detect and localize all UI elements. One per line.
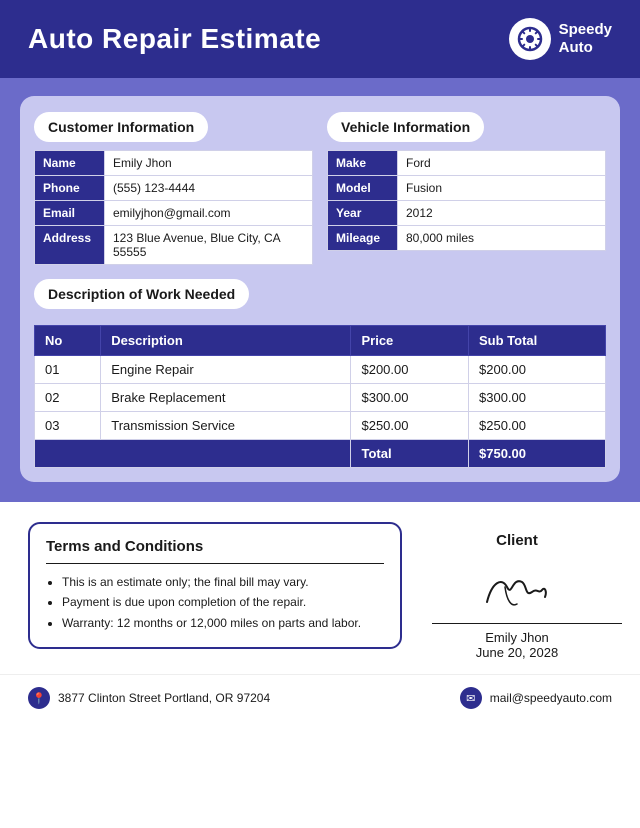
row-price: $200.00: [351, 356, 469, 384]
row-no: 01: [35, 356, 101, 384]
row-no: 03: [35, 412, 101, 440]
column-header: Sub Total: [469, 326, 606, 356]
gear-icon: [516, 25, 544, 53]
total-row: Total $750.00: [35, 440, 606, 468]
signature-line: [432, 623, 622, 624]
table-row: Mileage80,000 miles: [328, 226, 606, 251]
header: Auto Repair Estimate Speedy Auto: [0, 0, 640, 78]
table-row: NameEmily Jhon: [35, 151, 313, 176]
list-item: This is an estimate only; the final bill…: [62, 572, 384, 592]
table-row: 02 Brake Replacement $300.00 $300.00: [35, 384, 606, 412]
field-value: 80,000 miles: [398, 226, 606, 251]
field-label: Phone: [35, 176, 105, 201]
table-row: ModelFusion: [328, 176, 606, 201]
bottom-section: Terms and Conditions This is an estimate…: [0, 502, 640, 674]
field-value: 123 Blue Avenue, Blue City, CA 55555: [105, 226, 313, 265]
logo-text: Speedy Auto: [559, 21, 612, 57]
row-description: Transmission Service: [101, 412, 351, 440]
field-value: Fusion: [398, 176, 606, 201]
table-row: 01 Engine Repair $200.00 $200.00: [35, 356, 606, 384]
field-label: Model: [328, 176, 398, 201]
field-label: Mileage: [328, 226, 398, 251]
client-name: Emily Jhon: [422, 630, 612, 645]
logo-area: Speedy Auto: [509, 18, 612, 60]
row-price: $250.00: [351, 412, 469, 440]
field-label: Address: [35, 226, 105, 265]
field-label: Make: [328, 151, 398, 176]
table-row: Emailemilyjhon@gmail.com: [35, 201, 313, 226]
footer-address-item: 📍 3877 Clinton Street Portland, OR 97204: [28, 687, 270, 709]
total-empty: [35, 440, 351, 468]
footer: 📍 3877 Clinton Street Portland, OR 97204…: [0, 674, 640, 721]
location-icon: 📍: [28, 687, 50, 709]
page-title: Auto Repair Estimate: [28, 23, 321, 55]
client-label: Client: [422, 532, 612, 549]
work-section: Description of Work Needed NoDescription…: [34, 279, 606, 468]
row-subtotal: $250.00: [469, 412, 606, 440]
customer-block: Customer Information NameEmily JhonPhone…: [34, 112, 313, 265]
customer-section-header: Customer Information: [34, 112, 208, 142]
row-description: Brake Replacement: [101, 384, 351, 412]
terms-list: This is an estimate only; the final bill…: [46, 572, 384, 633]
field-label: Email: [35, 201, 105, 226]
field-label: Year: [328, 201, 398, 226]
total-value: $750.00: [469, 440, 606, 468]
row-price: $300.00: [351, 384, 469, 412]
info-card: Customer Information NameEmily JhonPhone…: [20, 96, 620, 482]
field-label: Name: [35, 151, 105, 176]
table-row: Address123 Blue Avenue, Blue City, CA 55…: [35, 226, 313, 265]
table-row: Year2012: [328, 201, 606, 226]
signature-svg: [457, 562, 577, 617]
terms-title: Terms and Conditions: [46, 538, 384, 564]
field-value: 2012: [398, 201, 606, 226]
vehicle-section-header: Vehicle Information: [327, 112, 484, 142]
table-row: Phone(555) 123-4444: [35, 176, 313, 201]
field-value: Ford: [398, 151, 606, 176]
logo-icon: [509, 18, 551, 60]
column-header: Price: [351, 326, 469, 356]
row-subtotal: $300.00: [469, 384, 606, 412]
footer-email-item: ✉ mail@speedyauto.com: [460, 687, 612, 709]
list-item: Payment is due upon completion of the re…: [62, 592, 384, 612]
field-value: Emily Jhon: [105, 151, 313, 176]
client-date: June 20, 2028: [422, 645, 612, 660]
signature-area: [422, 559, 612, 619]
vehicle-table: MakeFordModelFusionYear2012Mileage80,000…: [327, 150, 606, 251]
vehicle-block: Vehicle Information MakeFordModelFusionY…: [327, 112, 606, 265]
terms-box: Terms and Conditions This is an estimate…: [28, 522, 402, 649]
main-content: Customer Information NameEmily JhonPhone…: [0, 78, 640, 502]
row-no: 02: [35, 384, 101, 412]
customer-table: NameEmily JhonPhone(555) 123-4444Emailem…: [34, 150, 313, 265]
total-label: Total: [351, 440, 469, 468]
column-header: No: [35, 326, 101, 356]
row-subtotal: $200.00: [469, 356, 606, 384]
column-header: Description: [101, 326, 351, 356]
list-item: Warranty: 12 months or 12,000 miles on p…: [62, 613, 384, 633]
top-section: Customer Information NameEmily JhonPhone…: [34, 112, 606, 265]
email-icon: ✉: [460, 687, 482, 709]
footer-email: mail@speedyauto.com: [490, 691, 612, 705]
footer-address: 3877 Clinton Street Portland, OR 97204: [58, 691, 270, 705]
field-value: (555) 123-4444: [105, 176, 313, 201]
field-value: emilyjhon@gmail.com: [105, 201, 313, 226]
work-table: NoDescriptionPriceSub Total 01 Engine Re…: [34, 325, 606, 468]
row-description: Engine Repair: [101, 356, 351, 384]
table-row: 03 Transmission Service $250.00 $250.00: [35, 412, 606, 440]
client-box: Client Emily Jhon June 20, 2028: [422, 522, 612, 660]
table-row: MakeFord: [328, 151, 606, 176]
work-section-header: Description of Work Needed: [34, 279, 249, 309]
